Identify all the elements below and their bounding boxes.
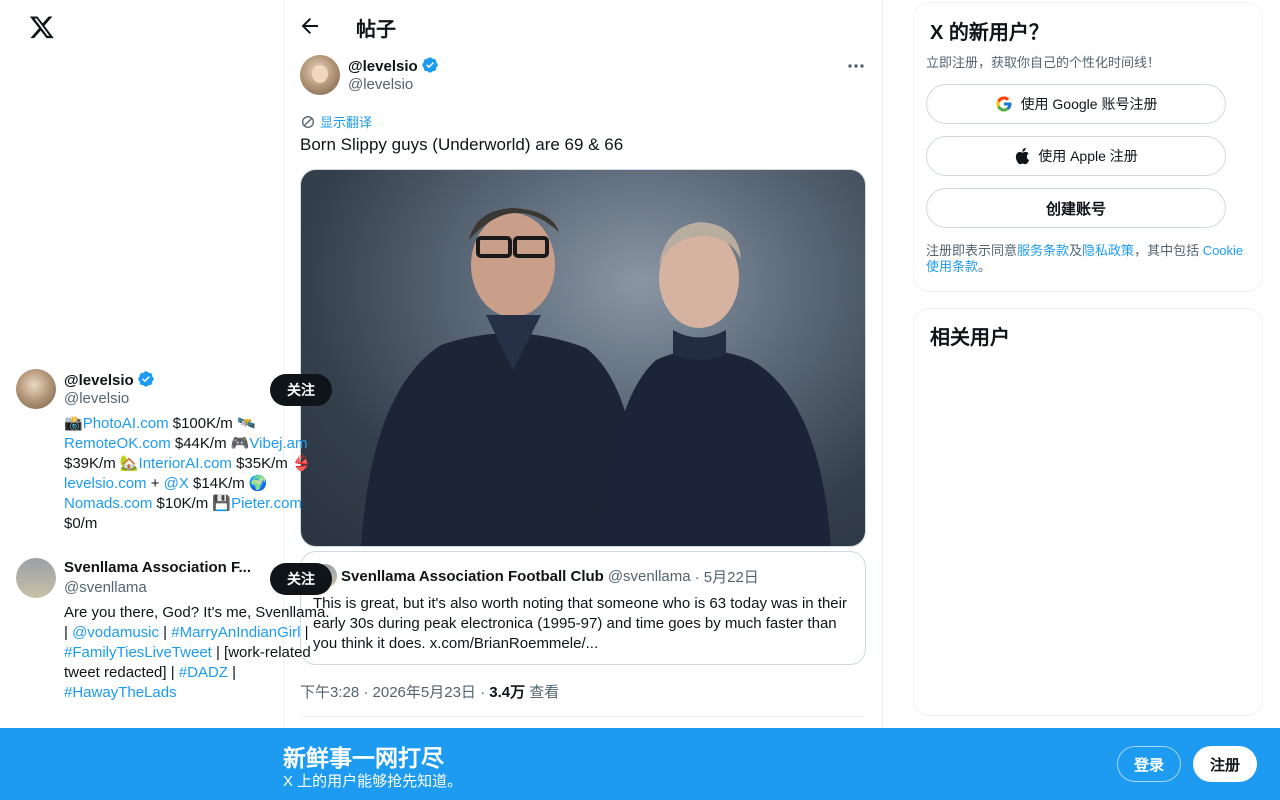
main-column: 帖子 @levelsio @levelsio 显示翻译 Born Slippy … — [284, 0, 882, 800]
divider — [300, 716, 866, 717]
terms-and: 及 — [1069, 243, 1083, 258]
bio-link[interactable]: RemoteOK.com — [64, 435, 171, 452]
views-label: 查看 — [525, 684, 560, 701]
terms-prefix: 注册即表示同意 — [926, 243, 1018, 258]
google-signup-button[interactable]: 使用 Google 账号注册 — [926, 84, 1226, 124]
follow-button[interactable]: 关注 — [270, 374, 332, 406]
translate-icon — [302, 115, 314, 128]
avatar[interactable] — [16, 369, 56, 409]
banner-subtitle: X 上的用户能够抢先知道。 — [283, 773, 463, 790]
verified-badge-icon — [421, 57, 438, 73]
quoted-tweet-header: Svenllama Association Football Club @sve… — [313, 564, 853, 588]
bio-link[interactable]: @vodamusic — [72, 624, 159, 641]
photo-illustration — [361, 208, 831, 546]
apple-signup-label[interactable]: 使用 Apple 注册 — [1038, 146, 1138, 166]
quote-author-name: Svenllama Association Football Club — [341, 567, 604, 585]
terms-mid: ，其中包括 — [1134, 243, 1203, 258]
bio-text: | — [159, 624, 172, 641]
terms-of-service-link[interactable]: 服务条款 — [1017, 243, 1069, 258]
signup-title: X 的新用户？ — [930, 22, 1049, 44]
bio-text: 📸 — [64, 415, 83, 432]
create-account-button[interactable]: 创建账号 — [926, 188, 1226, 228]
author-name[interactable]: @levelsio — [348, 56, 439, 75]
signup-subtitle: 立即注册，获取你自己的个性化时间线！ — [926, 55, 1161, 70]
avatar[interactable] — [300, 55, 340, 95]
bio-text: | — [227, 664, 237, 681]
signup-banner: 新鲜事一网打尽 X 上的用户能够抢先知道。 登录 注册 — [0, 728, 1280, 800]
bio-link[interactable]: Nomads.com — [64, 495, 152, 512]
related-users-card: 相关用户 — [913, 308, 1263, 716]
bio-text: $100K/m 🛰️ — [168, 415, 256, 432]
quoted-tweet[interactable]: Svenllama Association Football Club @sve… — [300, 551, 866, 665]
signup-card: X 的新用户？ 立即注册，获取你自己的个性化时间线！ 使用 Google 账号注… — [913, 2, 1263, 292]
related-user[interactable]: Svenllama Association F... @svenllama 关注… — [16, 558, 334, 708]
related-user-bio: Are you there, God? It's me, Svenllama. … — [64, 603, 334, 703]
tweet-photo[interactable] — [300, 169, 866, 547]
tweet-meta: 下午3:28 · 2026年5月23日 · 3.4万 查看 — [300, 681, 559, 702]
related-user-handle[interactable]: @svenllama — [64, 579, 147, 596]
bio-text: $39K/m 🏡 — [64, 455, 139, 472]
tweet-text: Born Slippy guys (Underworld) are 69 & 6… — [300, 135, 624, 154]
related-users-title: 相关用户 — [930, 327, 1010, 349]
related-user-handle[interactable]: @levelsio — [64, 390, 129, 407]
google-signup-label[interactable]: 使用 Google 账号注册 — [1021, 94, 1158, 114]
related-user[interactable]: @levelsio @levelsio 关注 📸PhotoAI.com $100… — [16, 369, 334, 539]
avatar[interactable] — [16, 558, 56, 598]
bio-link[interactable]: #DADZ — [179, 664, 228, 681]
bio-link[interactable]: #MarryAnIndianGirl — [171, 624, 300, 641]
bio-text: $0/m — [64, 515, 98, 532]
bio-link[interactable]: #HawayTheLads — [64, 684, 177, 701]
bio-text: $10K/m 💾 — [152, 495, 232, 512]
apple-icon — [1016, 147, 1030, 165]
bio-link[interactable]: Vibej.am — [249, 435, 307, 452]
more-options-icon[interactable] — [846, 58, 866, 74]
related-user-name-text[interactable]: @levelsio — [64, 372, 134, 389]
bio-link[interactable]: levelsio.com — [64, 475, 147, 492]
terms-end: 。 — [978, 259, 992, 274]
translate-label[interactable]: 显示翻译 — [320, 112, 372, 131]
terms-text: 注册即表示同意服务条款及隐私政策，其中包括 Cookie 使用条款。 — [926, 243, 1252, 275]
bio-text: | — [300, 624, 309, 641]
bio-link[interactable]: InteriorAI.com — [139, 455, 232, 472]
login-button[interactable]: 登录 — [1117, 746, 1181, 782]
view-count: 3.4万 — [489, 684, 526, 701]
quote-author-handle: @svenllama — [607, 567, 691, 585]
related-user-name[interactable]: @levelsio — [64, 370, 260, 389]
quote-date: · 5月22日 — [694, 568, 759, 586]
back-arrow-icon[interactable] — [298, 14, 322, 38]
banner-title: 新鲜事一网打尽 — [283, 745, 444, 771]
bio-text: $14K/m 🌍 — [188, 475, 268, 492]
quote-text: This is great, but it's also worth notin… — [313, 595, 847, 652]
show-translation-link[interactable]: 显示翻译 — [300, 112, 372, 131]
bio-link[interactable]: PhotoAI.com — [83, 415, 169, 432]
related-user-bio: 📸PhotoAI.com $100K/m 🛰️ RemoteOK.com $44… — [64, 414, 334, 534]
author-name-text[interactable]: @levelsio — [348, 58, 418, 75]
privacy-policy-link[interactable]: 隐私政策 — [1082, 243, 1134, 258]
related-user-name[interactable]: Svenllama Association F... — [64, 559, 260, 576]
x-logo-icon[interactable] — [29, 14, 55, 40]
bio-link[interactable]: @X — [164, 475, 189, 492]
page-header: 帖子 — [284, 0, 882, 53]
column-divider — [882, 0, 883, 730]
bio-text: + — [146, 475, 164, 492]
bio-link[interactable]: Pieter.com — [231, 495, 302, 512]
bio-text: $44K/m 🎮 — [170, 435, 250, 452]
page-title: 帖子 — [356, 19, 396, 41]
register-button[interactable]: 注册 — [1193, 746, 1257, 782]
apple-signup-button[interactable]: 使用 Apple 注册 — [926, 136, 1226, 176]
bio-text: $35K/m 👙 — [231, 455, 311, 472]
verified-badge-icon — [137, 371, 154, 387]
follow-button[interactable]: 关注 — [270, 563, 332, 595]
bio-link[interactable]: #FamilyTiesLiveTweet — [64, 644, 212, 661]
author-handle[interactable]: @levelsio — [348, 76, 413, 93]
google-icon — [996, 96, 1012, 112]
